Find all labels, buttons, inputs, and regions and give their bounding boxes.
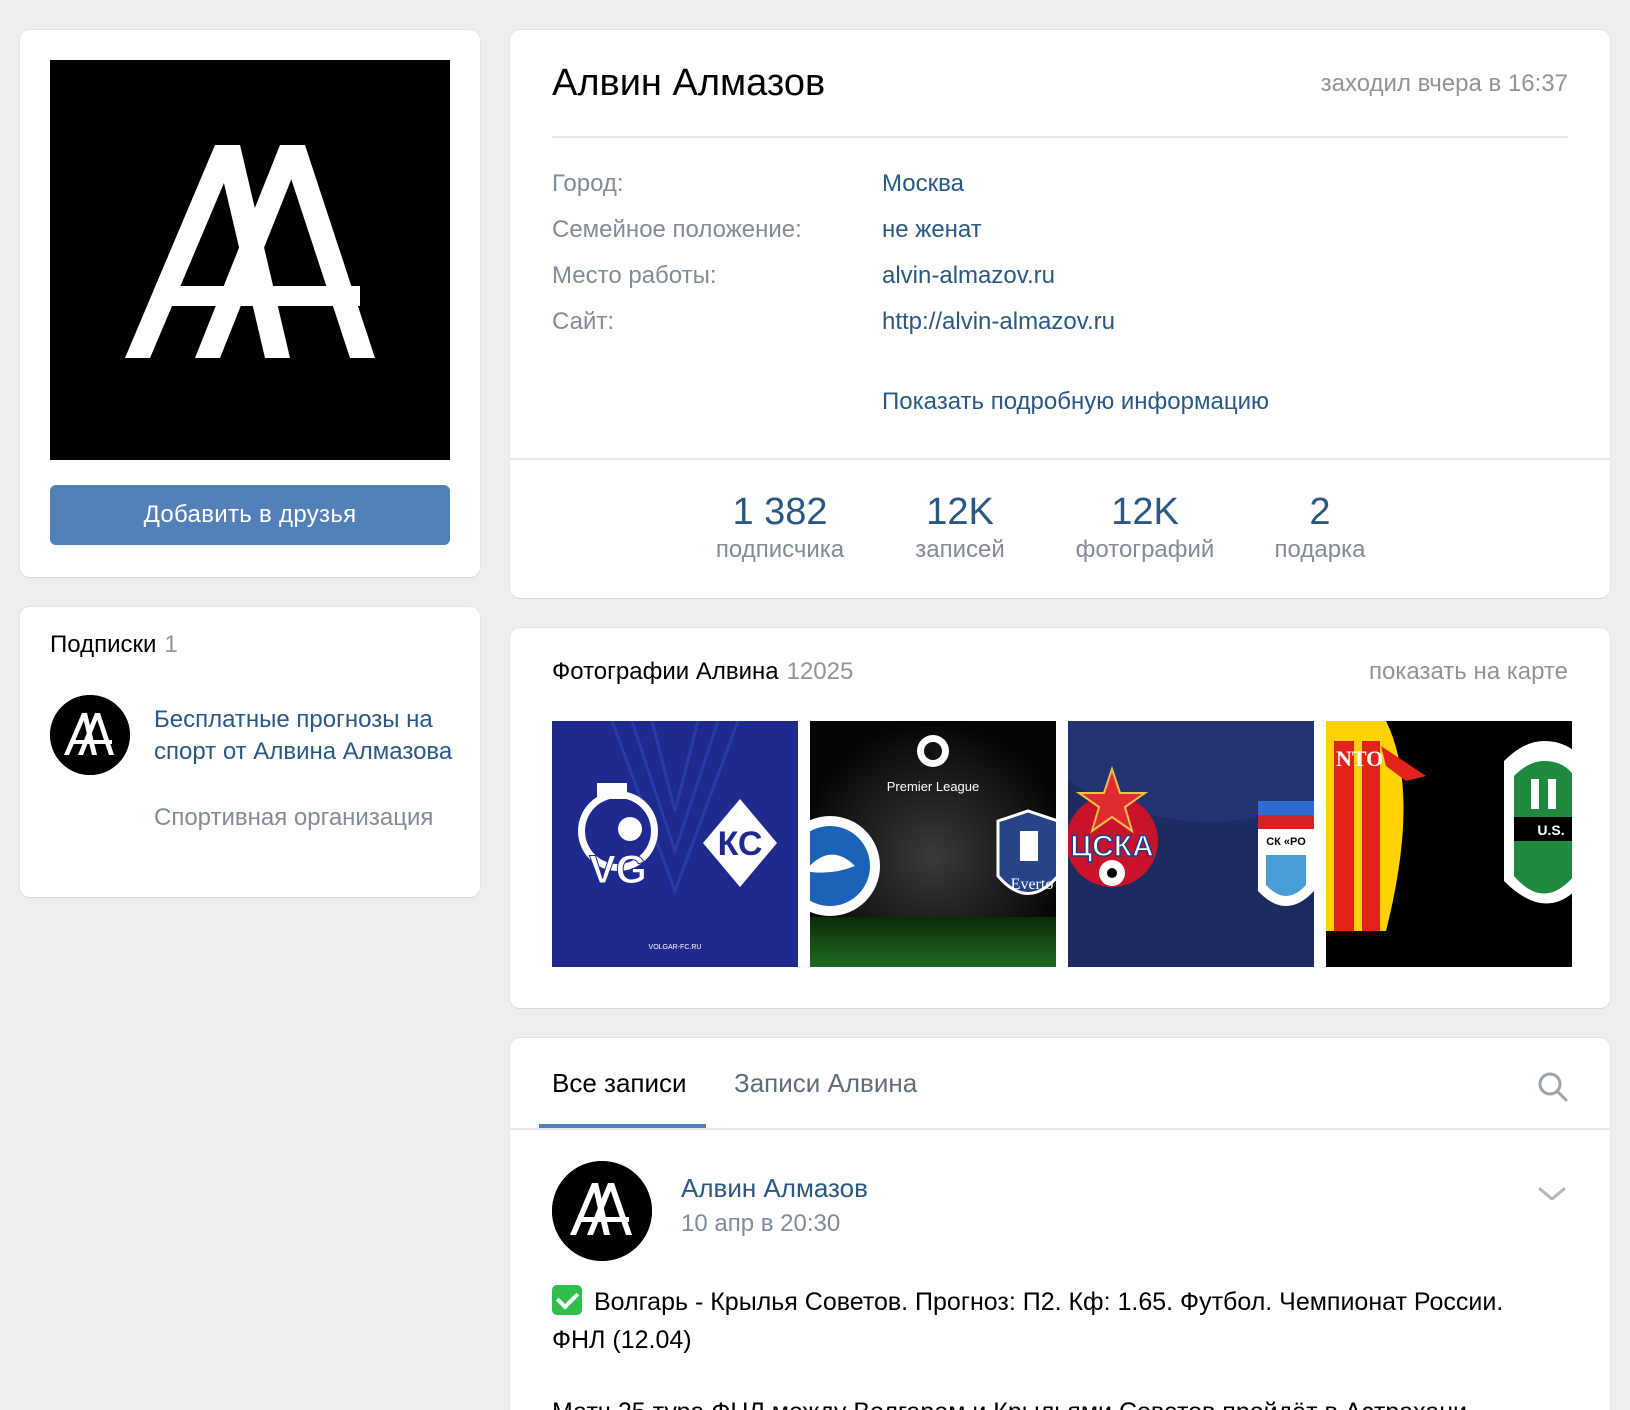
post-text-body: Волгарь - Крылья Советов. Прогноз: П2. К…	[552, 1288, 1504, 1354]
counter-posts[interactable]: 12K записей	[880, 490, 1040, 566]
photos-count: 12025	[786, 658, 854, 685]
counter-number: 2	[1309, 491, 1331, 533]
info-label: Город:	[552, 170, 624, 197]
counter-photos[interactable]: 12K фотографий	[1045, 490, 1245, 566]
photos-title: Фотографии Алвина	[552, 658, 779, 685]
subscription-type: Спортивная организация	[154, 804, 434, 831]
info-label: Сайт:	[552, 308, 615, 335]
aa-logo-icon	[50, 60, 450, 460]
counter-gifts[interactable]: 2 подарка	[1250, 490, 1390, 566]
aa-logo-icon	[552, 1161, 652, 1261]
subscriptions-title: Подписки	[50, 631, 157, 658]
subscription-name[interactable]: Бесплатные прогнозы на спорт от Алвина А…	[154, 704, 454, 768]
photo-thumb-2[interactable]: Premier League Everto	[810, 721, 1056, 967]
subscription-avatar[interactable]	[50, 695, 130, 775]
post-text: Волгарь - Крылья Советов. Прогноз: П2. К…	[552, 1283, 1532, 1359]
tab-all-posts[interactable]: Все записи	[552, 1068, 687, 1099]
profile-counters: 1 382 подписчика 12K записей 12K фотогра…	[510, 490, 1610, 580]
svg-text:Everto: Everto	[1011, 876, 1054, 893]
cska-rotor-photo: ЦСКА СК «РО	[1068, 721, 1314, 967]
volgar-krylya-photo: VG КС VOLGAR-FC.RU	[552, 721, 798, 967]
info-label: Семейное положение:	[552, 216, 802, 243]
counter-label: фотографий	[1075, 536, 1215, 563]
benevento-sassuolo-photo: NTO U.S.	[1326, 721, 1572, 967]
counter-number: 12K	[1111, 491, 1179, 533]
subscriptions-card: Подписки 1 Бесплатные прогнозы на спорт о…	[20, 607, 480, 897]
subscriptions-count: 1	[164, 631, 178, 658]
subscriptions-header[interactable]: Подписки 1	[50, 631, 178, 659]
photos-header[interactable]: Фотографии Алвина 12025	[552, 658, 853, 686]
info-value-relationship[interactable]: не женат	[882, 216, 982, 244]
info-value-work[interactable]: alvin-almazov.ru	[882, 262, 1055, 290]
avatar-card: Добавить в друзья	[20, 30, 480, 577]
search-icon[interactable]	[1536, 1070, 1570, 1104]
info-value-site[interactable]: http://alvin-almazov.ru	[882, 308, 1115, 336]
svg-text:NTO: NTO	[1336, 746, 1383, 771]
photo-caption: VOLGAR-FC.RU	[649, 944, 702, 951]
photo-thumb-3[interactable]: ЦСКА СК «РО	[1068, 721, 1314, 967]
post-date[interactable]: 10 апр в 20:30	[681, 1210, 840, 1238]
counter-label: записей	[915, 536, 1005, 563]
divider	[510, 458, 1610, 460]
wall-card: Все записи Записи Алвина Алвин Алмазов 1…	[510, 1038, 1610, 1410]
divider	[510, 1128, 1610, 1130]
counter-label: подписчика	[715, 536, 845, 563]
tab-own-posts[interactable]: Записи Алвина	[734, 1068, 917, 1099]
photo-thumb-1[interactable]: VG КС VOLGAR-FC.RU	[552, 721, 798, 967]
post-author-name[interactable]: Алвин Алмазов	[681, 1173, 868, 1204]
photo-caption: U.S.	[1537, 822, 1564, 838]
chevron-down-icon[interactable]	[1536, 1183, 1568, 1205]
check-mark-icon	[552, 1285, 582, 1315]
profile-name: Алвин Алмазов	[552, 62, 826, 104]
show-on-map-link[interactable]: показать на карте	[1369, 658, 1568, 686]
divider	[552, 136, 1568, 138]
info-label: Место работы:	[552, 262, 717, 289]
aa-logo-icon	[50, 695, 130, 775]
counter-followers[interactable]: 1 382 подписчика	[690, 490, 870, 566]
counter-number: 1 382	[732, 491, 828, 533]
svg-text:КС: КС	[718, 825, 763, 863]
profile-avatar[interactable]	[50, 60, 450, 460]
last-seen-status: заходил вчера в 16:37	[1320, 70, 1568, 97]
info-value-city[interactable]: Москва	[882, 170, 964, 198]
svg-text:СК «РО: СК «РО	[1266, 836, 1306, 848]
counter-label: подарка	[1274, 536, 1366, 563]
post-author-avatar[interactable]	[552, 1161, 652, 1261]
premier-league-photo: Premier League Everto	[810, 721, 1056, 967]
photo-thumb-4[interactable]: NTO U.S.	[1326, 721, 1572, 967]
show-more-info-link[interactable]: Показать подробную информацию	[882, 388, 1269, 416]
photo-caption: ЦСКА	[1070, 830, 1154, 863]
post-text-continuation: Матч 25 тура ФНЛ между Волгарем и Крылья…	[552, 1398, 1532, 1410]
svg-text:VG: VG	[589, 848, 647, 892]
add-friend-button[interactable]: Добавить в друзья	[50, 485, 450, 545]
profile-info-card: Алвин Алмазов заходил вчера в 16:37 Горо…	[510, 30, 1610, 598]
counter-number: 12K	[926, 491, 994, 533]
photo-caption: Premier League	[887, 779, 980, 794]
photos-card: Фотографии Алвина 12025 показать на карте…	[510, 628, 1610, 1008]
